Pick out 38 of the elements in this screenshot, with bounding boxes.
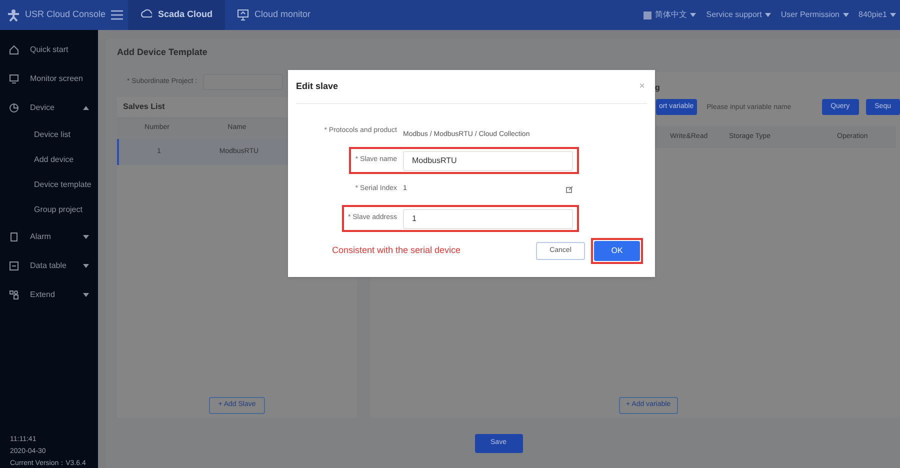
text-field[interactable]: 1 [403, 208, 573, 228]
sidebar-item[interactable]: Device [0, 93, 98, 122]
section-title: Salves List [122, 101, 166, 113]
sidebar-item[interactable]: Data table [0, 251, 98, 280]
caret-down-icon [764, 13, 771, 17]
grid-icon [9, 290, 19, 300]
nav-tab[interactable]: Cloud monitor [224, 0, 323, 30]
text-field[interactable]: ModbusRTU [403, 150, 573, 170]
caret-down-icon [842, 13, 849, 17]
table-icon [9, 260, 19, 270]
sidebar-item[interactable]: Quick start [0, 35, 98, 64]
sidebar-item[interactable]: Alarm [0, 222, 98, 251]
annotation-text: Consistent with the serial device [332, 244, 461, 258]
menu-label[interactable]: 简体中文 [655, 9, 688, 21]
menu-label[interactable]: Service support [706, 9, 762, 21]
caret-down-icon [890, 13, 896, 17]
section-title: g [655, 82, 660, 94]
ok-button[interactable]: OK [594, 241, 640, 261]
sidebar-item[interactable]: Extend [0, 280, 98, 309]
page-title: Add Device Template [117, 46, 208, 60]
caret-down-icon [690, 13, 696, 17]
monitor-icon [9, 74, 19, 84]
home-icon [9, 44, 19, 54]
menu-icon [110, 10, 123, 20]
brand-name: USR Cloud Console [25, 8, 106, 22]
person-logo-icon [7, 8, 20, 22]
menu-label[interactable]: User Permission [780, 9, 840, 21]
menu-label[interactable]: 840pie1 [858, 9, 887, 21]
edit-icon [566, 186, 573, 193]
nav-tab[interactable]: Scada Cloud [128, 0, 225, 30]
sidebar-subitem[interactable]: Device list [0, 122, 98, 147]
sidebar-item[interactable]: Monitor screen [0, 64, 98, 93]
clock-icon [9, 102, 19, 112]
sidebar-subitem[interactable]: Group project [0, 197, 98, 222]
sidebar-subitem[interactable]: Device template [0, 172, 98, 197]
monitor-icon [236, 9, 249, 21]
sidebar-subitem[interactable]: Add device [0, 147, 98, 172]
dialog-title: Edit slave [296, 80, 338, 93]
